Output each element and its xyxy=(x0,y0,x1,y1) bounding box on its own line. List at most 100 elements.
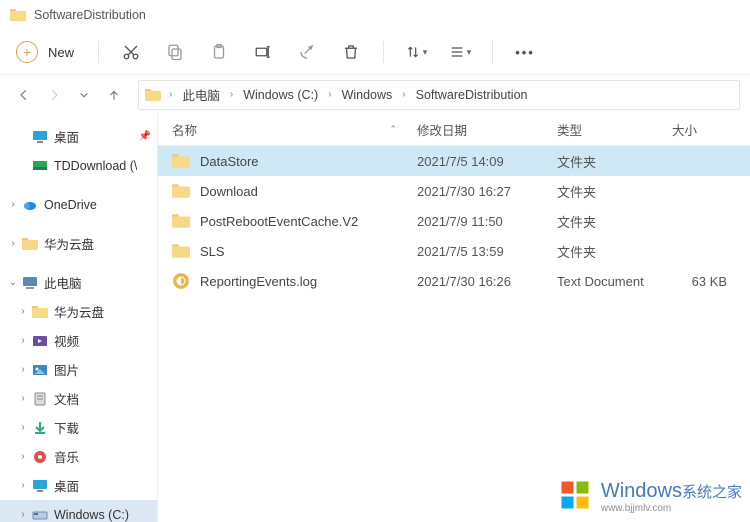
plus-icon: + xyxy=(16,41,38,63)
file-row[interactable]: SLS 2021/7/5 13:59 文件夹 xyxy=(158,236,750,266)
paste-button[interactable] xyxy=(201,34,237,70)
file-rows: DataStore 2021/7/5 14:09 文件夹 Download 20… xyxy=(158,146,750,296)
pictures-icon xyxy=(32,362,48,378)
column-header-size[interactable]: 大小 xyxy=(672,120,727,139)
rename-button[interactable] xyxy=(245,34,281,70)
up-button[interactable] xyxy=(100,81,128,109)
pin-icon: 📌 xyxy=(139,131,151,142)
file-date: 2021/7/9 11:50 xyxy=(417,214,557,229)
expander-icon[interactable]: › xyxy=(16,479,30,493)
expander-icon[interactable]: › xyxy=(6,237,20,251)
chevron-right-icon[interactable]: › xyxy=(226,89,237,100)
navigation-bar: › 此电脑 › Windows (C:) › Windows › Softwar… xyxy=(0,74,750,114)
tree-item-huawei-cloud[interactable]: › 华为云盘 xyxy=(0,297,157,326)
tree-label: 华为云盘 xyxy=(54,302,104,321)
drive-icon xyxy=(32,507,48,522)
share-button[interactable] xyxy=(289,34,325,70)
tree-label: 桌面 xyxy=(54,476,79,495)
file-row[interactable]: ReportingEvents.log 2021/7/30 16:26 Text… xyxy=(158,266,750,296)
tree-label: TDDownload (\ xyxy=(54,159,137,173)
expander-icon[interactable]: › xyxy=(16,508,30,522)
logfile-icon xyxy=(172,272,190,290)
file-type: 文件夹 xyxy=(557,212,672,231)
file-list: 名称⌃ 修改日期 类型 大小 DataStore 2021/7/5 14:09 … xyxy=(158,114,750,522)
expander-icon[interactable]: › xyxy=(16,392,30,406)
chevron-right-icon[interactable]: › xyxy=(324,89,335,100)
navigation-tree: 桌面 📌 TDDownload (\ › OneDrive › 华为云盘 xyxy=(0,114,158,522)
desktop-icon xyxy=(32,478,48,494)
tree-label: Windows (C:) xyxy=(54,508,129,522)
chevron-down-icon: ▾ xyxy=(467,47,472,58)
breadcrumb-item[interactable]: Windows xyxy=(340,86,395,104)
file-name: PostRebootEventCache.V2 xyxy=(200,214,417,229)
tree-label: 华为云盘 xyxy=(44,234,94,253)
tree-item-tddownload[interactable]: TDDownload (\ xyxy=(0,151,157,180)
breadcrumb-item[interactable]: SoftwareDistribution xyxy=(414,86,530,104)
windows-logo-icon xyxy=(557,477,593,516)
tree-label: 桌面 xyxy=(54,127,79,146)
file-date: 2021/7/5 14:09 xyxy=(417,154,557,169)
file-row[interactable]: Download 2021/7/30 16:27 文件夹 xyxy=(158,176,750,206)
desktop-icon xyxy=(32,129,48,145)
documents-icon xyxy=(32,391,48,407)
back-button[interactable] xyxy=(10,81,38,109)
file-name: DataStore xyxy=(200,154,417,169)
tree-item-onedrive[interactable]: › OneDrive xyxy=(0,190,157,219)
tree-label: 音乐 xyxy=(54,447,79,466)
tree-label: 此电脑 xyxy=(44,273,82,292)
cut-button[interactable] xyxy=(113,34,149,70)
tree-label: 下载 xyxy=(54,418,79,437)
tree-item-videos[interactable]: › 视频 xyxy=(0,326,157,355)
onedrive-icon xyxy=(22,197,38,213)
column-header-type[interactable]: 类型 xyxy=(557,120,672,139)
watermark-brand: Windows xyxy=(601,480,682,502)
folder-icon xyxy=(172,242,190,260)
folder-icon xyxy=(172,212,190,230)
tree-item-desktop2[interactable]: › 桌面 xyxy=(0,471,157,500)
expander-icon[interactable]: › xyxy=(6,198,20,212)
expander-icon[interactable]: › xyxy=(16,363,30,377)
tree-label: OneDrive xyxy=(44,198,97,212)
more-button[interactable]: ••• xyxy=(507,34,543,70)
toolbar: + New ▾ ▾ ••• xyxy=(0,30,750,74)
tree-item-huawei[interactable]: › 华为云盘 xyxy=(0,229,157,258)
tree-item-desktop[interactable]: 桌面 📌 xyxy=(0,122,157,151)
folder-icon xyxy=(22,236,38,252)
recent-dropdown[interactable] xyxy=(70,81,98,109)
sort-indicator-icon: ⌃ xyxy=(389,124,397,135)
tree-item-downloads[interactable]: › 下载 xyxy=(0,413,157,442)
column-header-date[interactable]: 修改日期 xyxy=(417,120,557,139)
title-bar: SoftwareDistribution xyxy=(0,0,750,30)
file-type: 文件夹 xyxy=(557,242,672,261)
file-type: 文件夹 xyxy=(557,152,672,171)
forward-button[interactable] xyxy=(40,81,68,109)
breadcrumb-item[interactable]: 此电脑 xyxy=(180,83,222,106)
expander-icon[interactable]: › xyxy=(16,450,30,464)
tree-item-documents[interactable]: › 文档 xyxy=(0,384,157,413)
tree-item-music[interactable]: › 音乐 xyxy=(0,442,157,471)
expander-icon[interactable]: ⌄ xyxy=(6,276,20,290)
expander-icon[interactable]: › xyxy=(16,334,30,348)
tree-item-windows-c[interactable]: › Windows (C:) xyxy=(0,500,157,522)
file-date: 2021/7/5 13:59 xyxy=(417,244,557,259)
expander-icon[interactable]: › xyxy=(16,305,30,319)
chevron-right-icon[interactable]: › xyxy=(165,89,176,100)
tree-item-thispc[interactable]: ⌄ 此电脑 xyxy=(0,268,157,297)
separator xyxy=(492,41,493,63)
view-button[interactable]: ▾ xyxy=(442,34,478,70)
new-button[interactable]: + New xyxy=(12,37,84,67)
tree-item-pictures[interactable]: › 图片 xyxy=(0,355,157,384)
delete-button[interactable] xyxy=(333,34,369,70)
column-header-name[interactable]: 名称⌃ xyxy=(172,120,417,139)
breadcrumb-item[interactable]: Windows (C:) xyxy=(241,86,320,104)
address-bar[interactable]: › 此电脑 › Windows (C:) › Windows › Softwar… xyxy=(138,80,740,110)
watermark-suffix: 系统之家 xyxy=(682,484,742,501)
watermark: Windows系统之家 www.bjjmlv.com xyxy=(557,477,742,516)
separator xyxy=(98,41,99,63)
expander-icon[interactable]: › xyxy=(16,421,30,435)
copy-button[interactable] xyxy=(157,34,193,70)
sort-button[interactable]: ▾ xyxy=(398,34,434,70)
chevron-right-icon[interactable]: › xyxy=(398,89,409,100)
file-row[interactable]: DataStore 2021/7/5 14:09 文件夹 xyxy=(158,146,750,176)
file-row[interactable]: PostRebootEventCache.V2 2021/7/9 11:50 文… xyxy=(158,206,750,236)
